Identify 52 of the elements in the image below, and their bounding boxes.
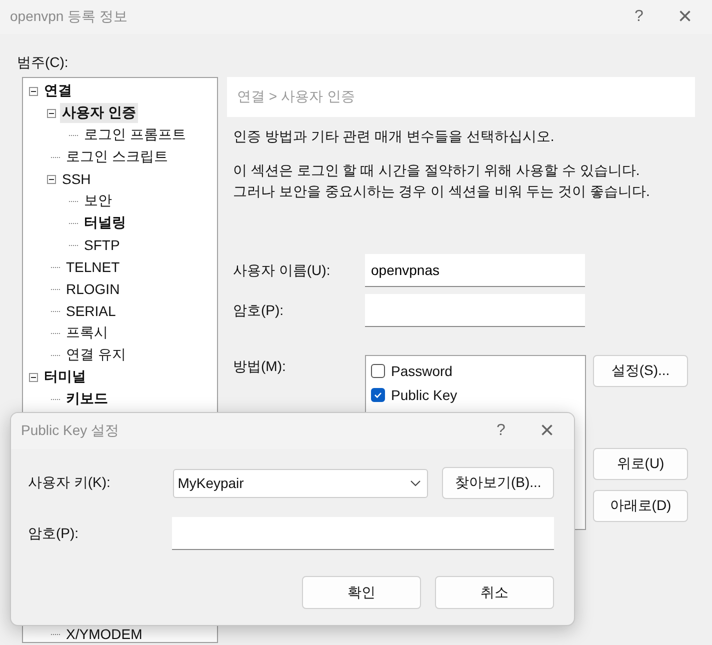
checkbox[interactable] (371, 388, 385, 402)
close-button[interactable]: × (662, 2, 708, 32)
up-button[interactable]: 위로(U) (593, 448, 688, 480)
window-title: openvpn 등록 정보 (10, 8, 128, 26)
chevron-down-icon (410, 480, 422, 486)
breadcrumb: 연결 > 사용자 인증 (227, 77, 695, 117)
cancel-button[interactable]: 취소 (435, 576, 554, 609)
field-label: 암호(P): (233, 302, 285, 320)
collapse-icon[interactable] (47, 108, 56, 118)
password-field[interactable] (172, 517, 554, 550)
tree-item[interactable]: SSH (60, 170, 93, 188)
tree-item[interactable]: 터미널 (42, 367, 88, 387)
collapse-icon[interactable] (47, 174, 56, 184)
tree-item[interactable]: RLOGIN (64, 280, 122, 298)
close-button[interactable]: × (524, 416, 570, 446)
tree-item[interactable]: SFTP (82, 236, 122, 254)
down-button[interactable]: 아래로(D) (593, 490, 688, 522)
ok-button[interactable]: 확인 (302, 576, 421, 609)
settings-button[interactable]: 설정(S)... (593, 355, 688, 387)
tree-item[interactable]: 로그인 프롬프트 (82, 125, 188, 145)
note-text: 그러나 보안을 중요시하는 경우 이 섹션을 비워 두는 것이 좋습니다. (233, 182, 651, 201)
tree-item[interactable]: 연결 (42, 81, 74, 101)
check-icon (373, 390, 383, 400)
field-label: 사용자 이름(U): (233, 262, 332, 280)
field-label: 사용자 키(K): (28, 474, 112, 492)
browse-button[interactable]: 찾아보기(B)... (442, 467, 554, 499)
tree-item[interactable]: 키보드 (64, 389, 110, 409)
help-button[interactable]: ? (616, 2, 662, 32)
note-text: 이 섹션은 로그인 할 때 시간을 절약하기 위해 사용할 수 있습니다. (233, 161, 641, 180)
dialog-title: Public Key 설정 (21, 422, 120, 440)
field-label: 방법(M): (233, 358, 287, 376)
method-label: Public Key (391, 387, 458, 403)
tree-item[interactable]: 로그인 스크립트 (64, 147, 170, 167)
tree-item[interactable]: SERIAL (64, 302, 118, 320)
description-text: 인증 방법과 기타 관련 매개 변수들을 선택하십시오. (233, 128, 556, 146)
category-label: 범주(C): (17, 54, 68, 72)
tree-item[interactable]: 보안 (82, 191, 114, 211)
help-button[interactable]: ? (478, 416, 524, 446)
user-key-dropdown[interactable]: MyKeypair (172, 468, 428, 498)
method-label: Password (391, 363, 452, 379)
tree-item[interactable]: TELNET (64, 258, 122, 276)
checkbox[interactable] (371, 364, 385, 378)
field-label: 암호(P): (28, 524, 80, 542)
tree-item[interactable]: 터널링 (82, 213, 128, 233)
tree-item[interactable]: 연결 유지 (64, 345, 128, 365)
collapse-icon[interactable] (29, 372, 38, 382)
password-field[interactable] (365, 294, 585, 327)
tree-item[interactable]: X/YMODEM (64, 625, 144, 643)
username-field[interactable]: openvpnas (365, 254, 585, 287)
collapse-icon[interactable] (29, 86, 38, 96)
tree-item[interactable]: 사용자 인증 (60, 103, 138, 123)
tree-item[interactable]: 프록시 (64, 323, 110, 343)
